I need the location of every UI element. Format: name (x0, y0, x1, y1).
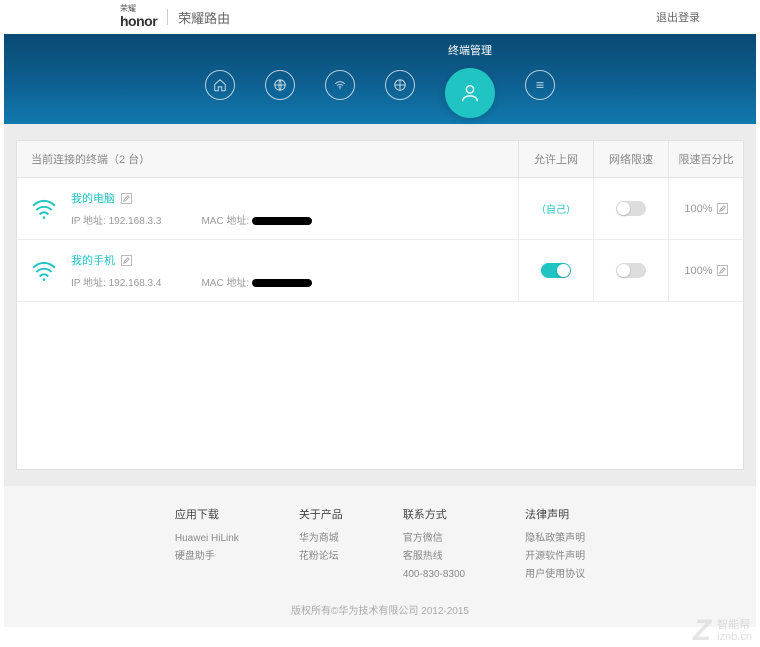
footer-col-title: 关于产品 (299, 506, 343, 522)
footer-link[interactable]: 用户使用协议 (525, 566, 585, 584)
home-icon (213, 78, 227, 92)
table-row: 我的电脑 IP 地址: 192.168.3.3 MAC 地址: （自己） 100… (17, 178, 743, 240)
pencil-icon (123, 257, 130, 264)
edit-name-button[interactable] (121, 193, 132, 204)
page-title: 荣耀路由 (178, 8, 230, 27)
edit-name-button[interactable] (121, 255, 132, 266)
table-header: 当前连接的终端（2 台） 允许上网 网络限速 限速百分比 (17, 141, 743, 178)
device-ip: IP 地址: 192.168.3.3 (71, 212, 161, 227)
footer-link[interactable]: 官方微信 (403, 530, 465, 548)
brand-text: honor (120, 13, 157, 29)
nav-active-label: 终端管理 (448, 42, 492, 58)
percent-value: 100% (684, 203, 712, 215)
footer-link[interactable]: 400-830-8300 (403, 566, 465, 584)
brand-logo: 荣耀 honor (120, 5, 157, 29)
table-row: 我的手机 IP 地址: 192.168.3.4 MAC 地址: 100% (17, 240, 743, 302)
limit-toggle[interactable] (616, 263, 646, 278)
col-header-limit: 网络限速 (593, 141, 668, 177)
footer-col-contact: 联系方式 官方微信 客服热线 400-830-8300 (403, 506, 465, 584)
footer-col-legal: 法律声明 隐私政策声明 开源软件声明 用户使用协议 (525, 506, 585, 584)
footer-link[interactable]: 硬盘助手 (175, 548, 239, 566)
nav-home[interactable] (205, 70, 235, 100)
self-indicator: （自己） (536, 201, 576, 216)
device-ip: IP 地址: 192.168.3.4 (71, 274, 161, 289)
copyright: 版权所有©华为技术有限公司 2012-2015 (4, 602, 756, 617)
footer-link[interactable]: Huawei HiLink (175, 530, 239, 548)
nav-devices[interactable] (445, 68, 495, 118)
nav-wifi[interactable] (325, 70, 355, 100)
nav-internet[interactable] (265, 70, 295, 100)
footer: 应用下载 Huawei HiLink 硬盘助手 关于产品 华为商城 花粉论坛 联… (4, 486, 756, 627)
pencil-icon (719, 205, 726, 212)
allow-toggle[interactable] (541, 263, 571, 278)
footer-col-title: 应用下载 (175, 506, 239, 522)
vertical-divider (167, 9, 168, 25)
footer-col-about: 关于产品 华为商城 花粉论坛 (299, 506, 343, 584)
wifi-icon (333, 78, 347, 92)
user-icon (459, 82, 481, 104)
col-header-allow: 允许上网 (518, 141, 593, 177)
header-bar: 荣耀 honor 荣耀路由 退出登录 (0, 0, 760, 34)
footer-col-title: 法律声明 (525, 506, 585, 522)
globe-plus-icon (393, 78, 407, 92)
nav-banner: 终端管理 (4, 34, 756, 124)
device-name: 我的手机 (71, 252, 115, 268)
pencil-icon (123, 195, 130, 202)
col-header-device: 当前连接的终端（2 台） (17, 141, 518, 177)
wifi-signal-icon (31, 260, 57, 282)
nav-more[interactable] (525, 70, 555, 100)
device-mac: MAC 地址: (201, 212, 312, 227)
footer-link[interactable]: 华为商城 (299, 530, 343, 548)
edit-percent-button[interactable] (717, 203, 728, 214)
footer-link[interactable]: 客服热线 (403, 548, 465, 566)
device-name: 我的电脑 (71, 190, 115, 206)
content-area: 当前连接的终端（2 台） 允许上网 网络限速 限速百分比 我的电脑 IP 地址: (4, 124, 756, 486)
footer-col-title: 联系方式 (403, 506, 465, 522)
pencil-icon (719, 267, 726, 274)
globe-icon (273, 78, 287, 92)
col-header-percent: 限速百分比 (668, 141, 743, 177)
footer-link[interactable]: 开源软件声明 (525, 548, 585, 566)
footer-link[interactable]: 花粉论坛 (299, 548, 343, 566)
menu-icon (533, 78, 547, 92)
footer-col-downloads: 应用下载 Huawei HiLink 硬盘助手 (175, 506, 239, 584)
device-table: 当前连接的终端（2 台） 允许上网 网络限速 限速百分比 我的电脑 IP 地址: (16, 140, 744, 470)
logout-link[interactable]: 退出登录 (656, 9, 700, 25)
percent-value: 100% (684, 265, 712, 277)
edit-percent-button[interactable] (717, 265, 728, 276)
footer-link[interactable]: 隐私政策声明 (525, 530, 585, 548)
limit-toggle[interactable] (616, 201, 646, 216)
nav-guest[interactable] (385, 70, 415, 100)
brand-small: 荣耀 (120, 5, 157, 13)
device-mac: MAC 地址: (201, 274, 312, 289)
wifi-signal-icon (31, 198, 57, 220)
